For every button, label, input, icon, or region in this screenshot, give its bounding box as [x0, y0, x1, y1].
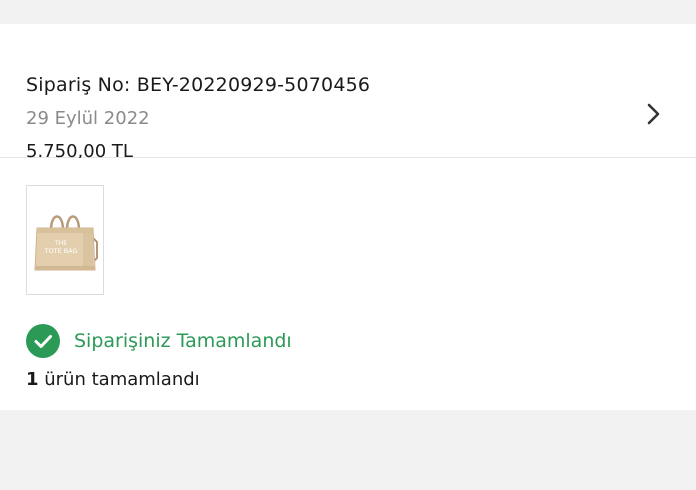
check-circle-icon [26, 324, 60, 358]
bag-print-line2: TOTE BAG [43, 247, 77, 255]
order-number: Sipariş No: BEY-20220929-5070456 [26, 74, 371, 96]
completed-count: 1 [26, 369, 39, 390]
product-thumbnail[interactable]: THE TOTE BAG [26, 185, 104, 295]
order-date: 29 Eylül 2022 [26, 108, 150, 129]
bottom-spacer [0, 410, 696, 490]
status-text: Siparişiniz Tamamlandı [74, 330, 292, 352]
order-status: Siparişiniz Tamamlandı [26, 324, 292, 358]
completed-label: ürün tamamlandı [38, 369, 200, 390]
order-summary-card[interactable]: Sipariş No: BEY-20220929-5070456 29 Eylü… [0, 24, 696, 162]
order-details: THE TOTE BAG Siparişiniz Tamamlandı 1 ür… [0, 158, 696, 410]
top-spacer [0, 0, 696, 24]
chevron-right-icon[interactable] [646, 103, 660, 125]
tote-bag-image: THE TOTE BAG [34, 215, 98, 271]
completed-items-summary: 1 ürün tamamlandı [26, 369, 200, 390]
bag-print-line1: THE [54, 240, 67, 247]
